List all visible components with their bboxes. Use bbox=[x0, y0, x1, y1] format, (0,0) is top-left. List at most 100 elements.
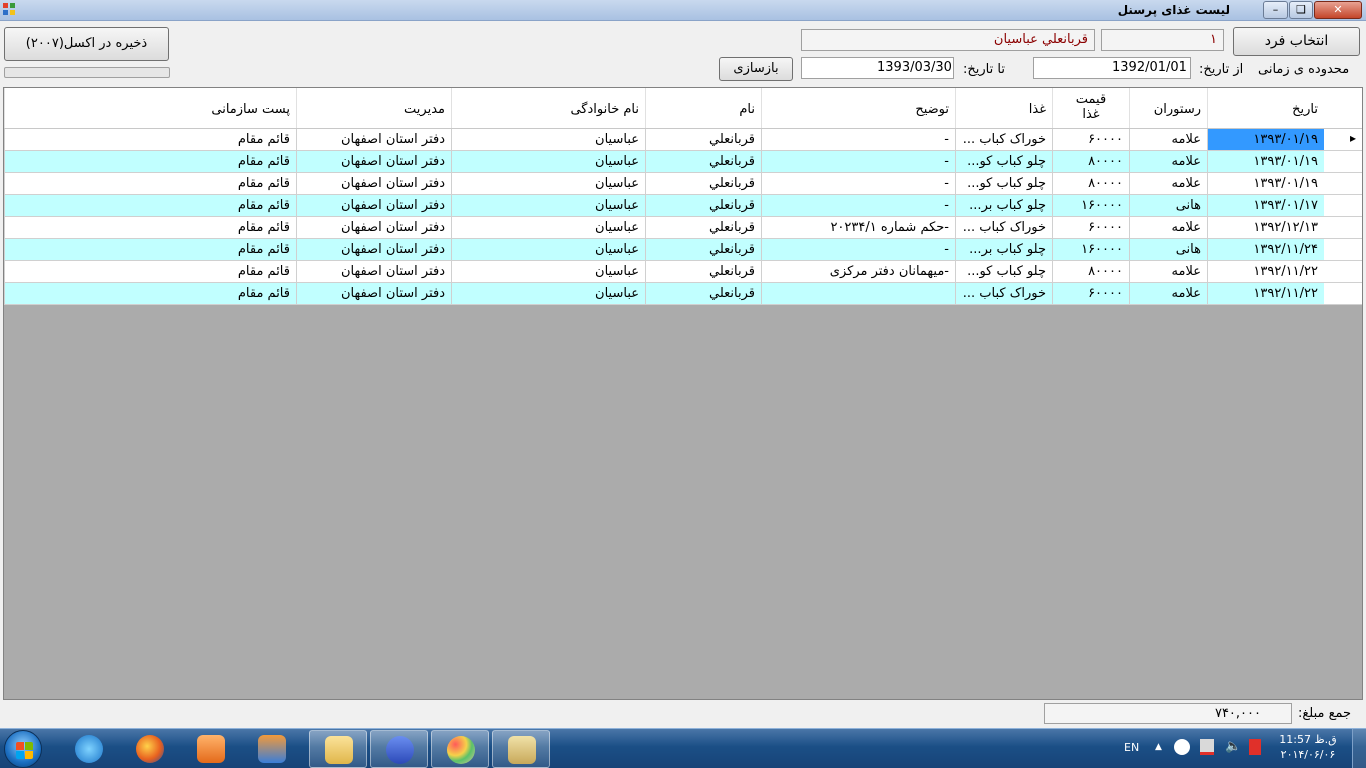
network-icon[interactable] bbox=[1200, 739, 1214, 755]
cell-price[interactable]: ۸۰۰۰۰ bbox=[1052, 173, 1129, 195]
cell-desc[interactable]: - bbox=[761, 195, 955, 217]
cell-price[interactable]: ۶۰۰۰۰ bbox=[1052, 129, 1129, 151]
cell-family[interactable]: عباسيان bbox=[451, 217, 645, 239]
language-indicator[interactable]: EN bbox=[1124, 741, 1139, 754]
minimize-button[interactable]: – bbox=[1263, 1, 1288, 19]
food-data-grid[interactable]: پست سازمانی مدیریت نام خانوادگی نام توضی… bbox=[3, 87, 1363, 700]
header-restaurant[interactable]: رستوران bbox=[1129, 88, 1207, 128]
show-hidden-icons-arrow[interactable]: ▲ bbox=[1155, 742, 1162, 752]
cell-restaurant[interactable]: علامه bbox=[1129, 151, 1207, 173]
cell-name[interactable]: قربانعلي bbox=[645, 173, 761, 195]
person-id-field[interactable]: ۱ bbox=[1101, 29, 1224, 51]
system-clock[interactable]: ق.ظ 11:57 ۲۰۱۴/۰۶/۰۶ bbox=[1270, 732, 1346, 762]
cell-family[interactable]: عباسيان bbox=[451, 173, 645, 195]
row-header[interactable] bbox=[1324, 239, 1362, 261]
to-date-field[interactable]: 1393/03/30 bbox=[801, 57, 954, 79]
header-management[interactable]: مدیریت bbox=[296, 88, 451, 128]
taskbar-infinity-app[interactable] bbox=[370, 730, 428, 768]
show-desktop-button[interactable] bbox=[1352, 729, 1366, 768]
cell-family[interactable]: عباسيان bbox=[451, 151, 645, 173]
taskbar-paint[interactable] bbox=[431, 730, 489, 768]
row-header[interactable]: ▸ bbox=[1324, 129, 1362, 151]
cell-date[interactable]: ۱۳۹۲/۱۱/۲۴ bbox=[1207, 239, 1324, 261]
cell-name[interactable]: قربانعلي bbox=[645, 283, 761, 305]
cell-family[interactable]: عباسيان bbox=[451, 283, 645, 305]
cell-management[interactable]: دفتر استان اصفهان bbox=[296, 129, 451, 151]
row-header[interactable] bbox=[1324, 283, 1362, 305]
header-family[interactable]: نام خانوادگی bbox=[451, 88, 645, 128]
cell-desc[interactable]: - bbox=[761, 129, 955, 151]
header-post[interactable]: پست سازمانی bbox=[4, 88, 296, 128]
select-person-button[interactable]: انتخاب فرد bbox=[1233, 27, 1360, 56]
cell-price[interactable]: ۸۰۰۰۰ bbox=[1052, 151, 1129, 173]
table-row[interactable]: قائم مقام دفتر استان اصفهان عباسيان قربانعل… bbox=[4, 217, 1324, 239]
header-food[interactable]: غذا bbox=[955, 88, 1052, 128]
cell-name[interactable]: قربانعلي bbox=[645, 129, 761, 151]
cell-management[interactable]: دفتر استان اصفهان bbox=[296, 173, 451, 195]
flag-icon[interactable] bbox=[1249, 739, 1261, 755]
reload-button[interactable]: بازسازی bbox=[719, 57, 793, 81]
cell-post[interactable]: قائم مقام bbox=[4, 151, 296, 173]
cell-date[interactable]: ۱۳۹۳/۰۱/۱۷ bbox=[1207, 195, 1324, 217]
cell-management[interactable]: دفتر استان اصفهان bbox=[296, 217, 451, 239]
cell-management[interactable]: دفتر استان اصفهان bbox=[296, 239, 451, 261]
cell-management[interactable]: دفتر استان اصفهان bbox=[296, 151, 451, 173]
table-row[interactable]: قائم مقام دفتر استان اصفهان عباسيان قربانعل… bbox=[4, 173, 1324, 195]
volume-muted-icon[interactable]: 🔈 bbox=[1225, 739, 1241, 755]
cell-desc[interactable]: -حکم شماره ۲۰۲۳۴/۱ bbox=[761, 217, 955, 239]
maximize-button[interactable]: ❑ bbox=[1289, 1, 1313, 19]
table-row[interactable]: قائم مقام دفتر استان اصفهان عباسيان قربانعل… bbox=[4, 195, 1324, 217]
table-row[interactable]: قائم مقام دفتر استان اصفهان عباسيان قربانعل… bbox=[4, 151, 1324, 173]
cell-family[interactable]: عباسيان bbox=[451, 129, 645, 151]
cell-food[interactable]: خوراک کباب ... bbox=[955, 129, 1052, 151]
table-row[interactable]: قائم مقام دفتر استان اصفهان عباسيان قربانعل… bbox=[4, 129, 1324, 151]
row-header[interactable] bbox=[1324, 261, 1362, 283]
cell-restaurant[interactable]: علامه bbox=[1129, 217, 1207, 239]
cell-management[interactable]: دفتر استان اصفهان bbox=[296, 195, 451, 217]
cell-family[interactable]: عباسيان bbox=[451, 195, 645, 217]
cell-date[interactable]: ۱۳۹۳/۰۱/۱۹ bbox=[1207, 129, 1324, 151]
row-header[interactable] bbox=[1324, 151, 1362, 173]
person-name-field[interactable]: قربانعلي عباسيان bbox=[801, 29, 1095, 51]
taskbar-food-app[interactable] bbox=[492, 730, 550, 768]
cell-date[interactable]: ۱۳۹۲/۱۲/۱۳ bbox=[1207, 217, 1324, 239]
save-excel-button[interactable]: ذخیره در اکسل(۲۰۰۷) bbox=[4, 27, 169, 61]
header-name[interactable]: نام bbox=[645, 88, 761, 128]
cell-desc[interactable]: -میهمانان دفتر مرکزی bbox=[761, 261, 955, 283]
cell-food[interactable]: چلو کباب بر... bbox=[955, 195, 1052, 217]
cell-food[interactable]: چلو کباب کو... bbox=[955, 261, 1052, 283]
cell-food[interactable]: چلو کباب کو... bbox=[955, 151, 1052, 173]
cell-restaurant[interactable]: علامه bbox=[1129, 283, 1207, 305]
cell-restaurant[interactable]: علامه bbox=[1129, 129, 1207, 151]
download-icon[interactable] bbox=[1174, 739, 1190, 755]
cell-price[interactable]: ۱۶۰۰۰۰ bbox=[1052, 195, 1129, 217]
cell-post[interactable]: قائم مقام bbox=[4, 261, 296, 283]
cell-date[interactable]: ۱۳۹۲/۱۱/۲۲ bbox=[1207, 283, 1324, 305]
close-button[interactable]: ✕ bbox=[1314, 1, 1362, 19]
cell-date[interactable]: ۱۳۹۲/۱۱/۲۲ bbox=[1207, 261, 1324, 283]
header-date[interactable]: تاریخ bbox=[1207, 88, 1324, 128]
cell-management[interactable]: دفتر استان اصفهان bbox=[296, 283, 451, 305]
cell-post[interactable]: قائم مقام bbox=[4, 195, 296, 217]
cell-desc[interactable]: - bbox=[761, 151, 955, 173]
cell-food[interactable]: خوراک کباب ... bbox=[955, 283, 1052, 305]
cell-price[interactable]: ۸۰۰۰۰ bbox=[1052, 261, 1129, 283]
table-row[interactable]: قائم مقام دفتر استان اصفهان عباسيان قربانعل… bbox=[4, 261, 1324, 283]
cell-date[interactable]: ۱۳۹۳/۰۱/۱۹ bbox=[1207, 151, 1324, 173]
cell-desc[interactable]: - bbox=[761, 239, 955, 261]
taskbar-remote-desktop[interactable] bbox=[243, 730, 301, 768]
cell-name[interactable]: قربانعلي bbox=[645, 217, 761, 239]
cell-restaurant[interactable]: علامه bbox=[1129, 261, 1207, 283]
cell-price[interactable]: ۶۰۰۰۰ bbox=[1052, 217, 1129, 239]
row-header[interactable] bbox=[1324, 195, 1362, 217]
cell-food[interactable]: خوراک کباب ... bbox=[955, 217, 1052, 239]
cell-post[interactable]: قائم مقام bbox=[4, 217, 296, 239]
cell-post[interactable]: قائم مقام bbox=[4, 239, 296, 261]
cell-food[interactable]: چلو کباب بر... bbox=[955, 239, 1052, 261]
cell-name[interactable]: قربانعلي bbox=[645, 195, 761, 217]
cell-family[interactable]: عباسيان bbox=[451, 261, 645, 283]
cell-post[interactable]: قائم مقام bbox=[4, 283, 296, 305]
cell-date[interactable]: ۱۳۹۳/۰۱/۱۹ bbox=[1207, 173, 1324, 195]
from-date-field[interactable]: 1392/01/01 bbox=[1033, 57, 1191, 79]
row-header[interactable] bbox=[1324, 173, 1362, 195]
